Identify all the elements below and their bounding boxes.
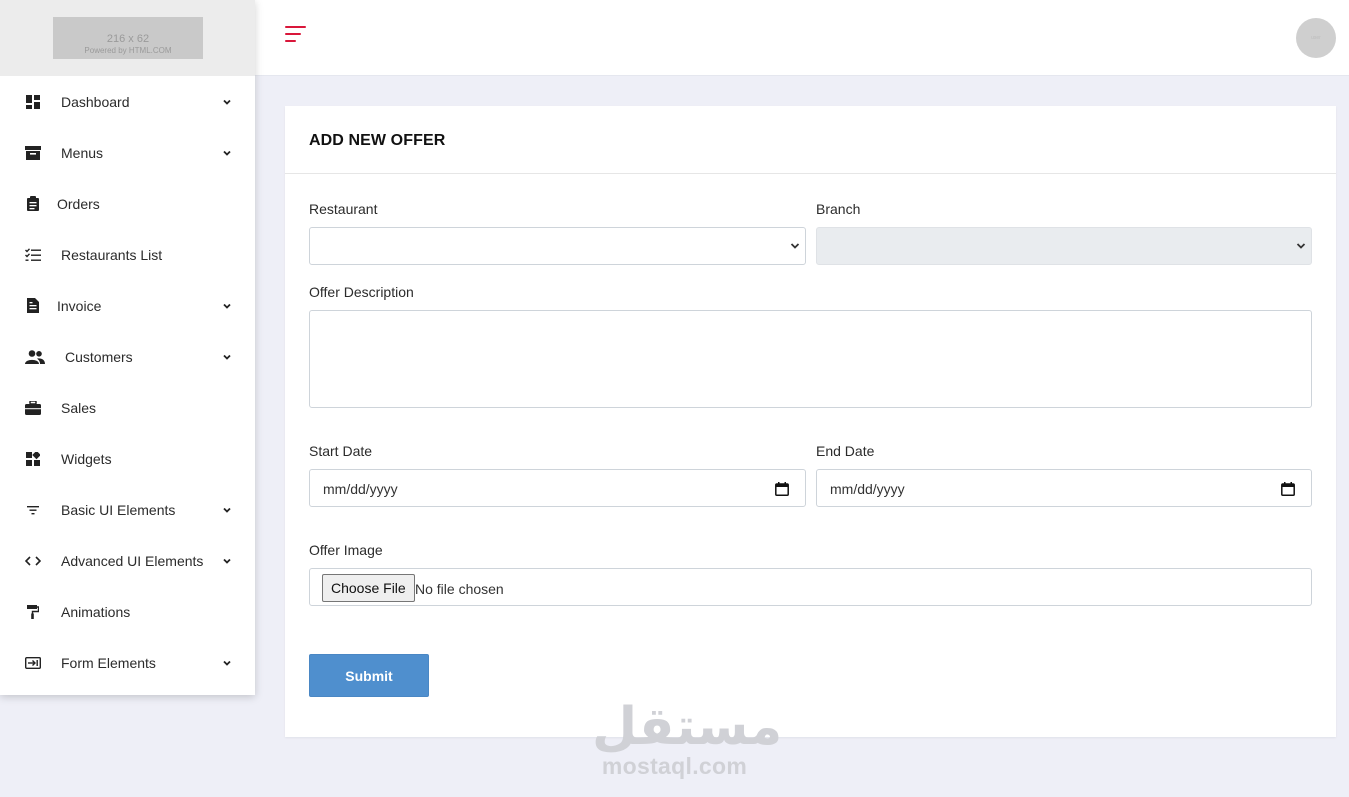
sidebar-item-animations[interactable]: Animations: [0, 586, 255, 637]
sidebar-item-label: Animations: [61, 603, 131, 620]
watermark-latin: mostaql.com: [601, 753, 748, 779]
avatar-text: user: [1311, 35, 1321, 41]
end-date-input[interactable]: mm/dd/yyyy: [816, 469, 1312, 507]
chevron-down-icon: [223, 354, 231, 360]
chevron-down-icon: [1296, 243, 1306, 249]
sidebar-item-sales[interactable]: Sales: [0, 382, 255, 433]
logo-area: 216 x 62 Powered by HTML.COM: [0, 0, 255, 76]
sidebar-item-label: Form Elements: [61, 654, 156, 671]
sidebar-item-orders[interactable]: Orders: [0, 178, 255, 229]
archive-icon: [25, 145, 41, 161]
start-date-placeholder: mm/dd/yyyy: [323, 481, 398, 497]
watermark: مستقل mostaql.com: [592, 697, 783, 779]
sidebar-item-customers[interactable]: Customers: [0, 331, 255, 382]
chevron-down-icon: [223, 558, 231, 564]
sidebar-item-label: Menus: [61, 144, 104, 161]
start-date-input[interactable]: mm/dd/yyyy: [309, 469, 806, 507]
clipboard-icon: [25, 196, 41, 212]
sidebar-nav: Dashboard Menus Orders Restaurants List: [0, 76, 255, 688]
sidebar-item-dashboard[interactable]: Dashboard: [0, 76, 255, 127]
branch-select[interactable]: [816, 227, 1312, 265]
submit-button[interactable]: Submit: [309, 654, 429, 697]
logo-size-text: 216 x 62: [106, 33, 150, 45]
logo-placeholder[interactable]: 216 x 62 Powered by HTML.COM: [53, 17, 203, 59]
chevron-down-icon: [223, 150, 231, 156]
sidebar-item-label: Invoice: [57, 297, 102, 314]
sidebar-item-label: Customers: [65, 348, 133, 365]
sidebar-item-label: Dashboard: [61, 93, 130, 110]
avatar[interactable]: user: [1296, 18, 1336, 58]
branch-label: Branch: [816, 201, 861, 217]
calendar-icon[interactable]: [1281, 482, 1295, 496]
end-date-placeholder: mm/dd/yyyy: [830, 481, 905, 497]
page-title: ADD NEW OFFER: [309, 132, 446, 149]
widgets-icon: [25, 451, 41, 467]
chevron-down-icon: [223, 507, 231, 513]
top-bar: user: [255, 0, 1349, 76]
logo-powered-text: Powered by HTML.COM: [84, 46, 172, 55]
sidebar: 216 x 62 Powered by HTML.COM Dashboard M…: [0, 0, 255, 695]
sidebar-item-widgets[interactable]: Widgets: [0, 433, 255, 484]
sidebar-item-form-elements[interactable]: Form Elements: [0, 637, 255, 688]
chevron-down-icon: [223, 303, 231, 309]
sidebar-item-restaurants-list[interactable]: Restaurants List: [0, 229, 255, 280]
calendar-icon[interactable]: [775, 482, 789, 496]
checklist-icon: [25, 247, 41, 263]
sidebar-item-label: Advanced UI Elements: [61, 552, 204, 569]
offer-image-label: Offer Image: [309, 542, 383, 558]
sidebar-item-menus[interactable]: Menus: [0, 127, 255, 178]
sidebar-item-label: Sales: [61, 399, 97, 416]
login-icon: [25, 655, 41, 671]
end-date-label: End Date: [816, 443, 875, 459]
chevron-down-icon: [223, 99, 231, 105]
restaurant-select[interactable]: [309, 227, 806, 265]
users-icon: [25, 349, 45, 365]
paint-roller-icon: [25, 604, 41, 620]
menu-toggle-icon[interactable]: [285, 26, 307, 44]
code-icon: [25, 553, 41, 569]
restaurant-label: Restaurant: [309, 201, 378, 217]
choose-file-button[interactable]: Choose File: [322, 574, 415, 602]
sidebar-item-label: Widgets: [61, 450, 112, 467]
offer-description-label: Offer Description: [309, 284, 414, 300]
watermark-arabic: مستقل: [592, 697, 783, 757]
offer-description-textarea[interactable]: [309, 310, 1312, 408]
chevron-down-icon: [790, 243, 800, 249]
add-offer-card: ADD NEW OFFER Restaurant Branch Offer De…: [285, 106, 1336, 737]
sidebar-item-label: Orders: [57, 195, 100, 212]
sidebar-item-label: Basic UI Elements: [61, 501, 176, 518]
sidebar-item-label: Restaurants List: [61, 246, 163, 263]
document-icon: [25, 298, 41, 314]
sidebar-item-invoice[interactable]: Invoice: [0, 280, 255, 331]
briefcase-icon: [25, 400, 41, 416]
sidebar-item-basic-ui-elements[interactable]: Basic UI Elements: [0, 484, 255, 535]
filter-icon: [25, 502, 41, 518]
card-header: ADD NEW OFFER: [285, 106, 1336, 174]
sidebar-item-advanced-ui-elements[interactable]: Advanced UI Elements: [0, 535, 255, 586]
dashboard-icon: [25, 94, 41, 110]
offer-image-file-input[interactable]: Choose File No file chosen: [309, 568, 1312, 606]
start-date-label: Start Date: [309, 443, 373, 459]
file-status-text: No file chosen: [415, 581, 504, 597]
chevron-down-icon: [223, 660, 231, 666]
